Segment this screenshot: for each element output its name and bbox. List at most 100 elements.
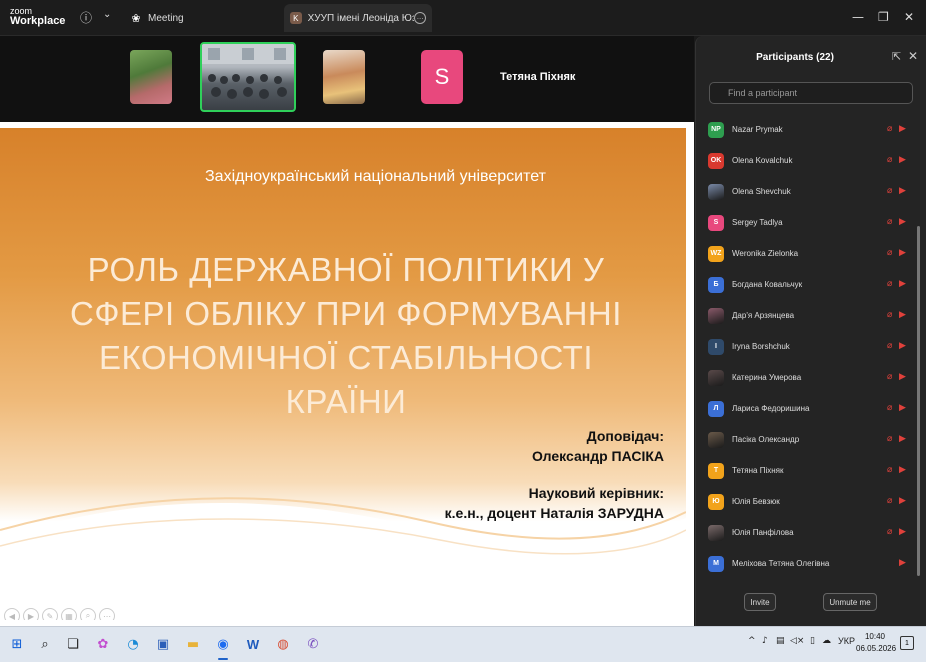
participant-row[interactable]: S Sergey Tadlya ⌀ ▶ xyxy=(696,207,918,238)
participant-status-icons: ⌀ ▶ xyxy=(887,434,908,444)
mic-muted-icon[interactable]: ⌀ xyxy=(887,527,896,537)
camera-off-icon[interactable]: ▶ xyxy=(899,372,908,382)
participant-row[interactable]: Пасіка Олександр ⌀ ▶ xyxy=(696,424,918,455)
word-icon[interactable]: W xyxy=(242,633,264,655)
video-strip: S Тетяна Піхняк xyxy=(0,36,694,122)
participant-row[interactable]: Olena Shevchuk ⌀ ▶ xyxy=(696,176,918,207)
windows-taskbar: ⊞ ⌕ ❏ ✿ ◔ ▣ ▬ ◉ W ◍ ✆ ^ ♪ ▤ ◁× ▯ ☁ УКР 1… xyxy=(0,626,926,662)
mic-muted-icon[interactable]: ⌀ xyxy=(887,341,896,351)
speaker-label: Доповідач: xyxy=(586,428,664,444)
mic-muted-icon[interactable]: ⌀ xyxy=(887,372,896,382)
minimize-icon[interactable]: — xyxy=(852,10,864,24)
participant-row[interactable]: OK Olena Kovalchuk ⌀ ▶ xyxy=(696,145,918,176)
participant-status-icons: ⌀ ▶ xyxy=(887,279,908,289)
camera-off-icon[interactable]: ▶ xyxy=(899,279,908,289)
brand-line2: Workplace xyxy=(10,15,66,27)
participant-photo-avatar xyxy=(708,524,724,541)
pop-out-icon[interactable]: ⇱ xyxy=(892,50,901,63)
active-speaker-avatar[interactable]: S xyxy=(421,50,463,104)
info-icon[interactable]: ⓘ xyxy=(80,9,92,26)
camera-off-icon[interactable]: ▶ xyxy=(899,155,908,165)
viber-icon[interactable]: ✆ xyxy=(302,633,324,655)
camera-off-icon[interactable]: ▶ xyxy=(899,558,908,568)
participant-row[interactable]: NP Nazar Prymak ⌀ ▶ xyxy=(696,114,918,145)
mic-muted-icon[interactable]: ⌀ xyxy=(887,465,896,475)
participant-video-thumbnail[interactable] xyxy=(130,50,172,104)
camera-off-icon[interactable]: ▶ xyxy=(899,341,908,351)
chevron-up-icon[interactable]: ^ xyxy=(748,636,756,646)
participant-row[interactable]: Катерина Умерова ⌀ ▶ xyxy=(696,362,918,393)
camera-off-icon[interactable]: ▶ xyxy=(899,248,908,258)
camera-off-icon[interactable]: ▶ xyxy=(899,434,908,444)
participant-row[interactable]: T Тетяна Піхняк ⌀ ▶ xyxy=(696,455,918,486)
mic-muted-icon[interactable]: ⌀ xyxy=(887,217,896,227)
mic-muted-icon[interactable]: ⌀ xyxy=(887,279,896,289)
store-icon[interactable]: ▣ xyxy=(152,633,174,655)
participant-row[interactable]: Л Лариса Федоришина ⌀ ▶ xyxy=(696,393,918,424)
chevron-down-icon[interactable]: ⌄ xyxy=(103,9,111,20)
mic-muted-icon[interactable]: ⌀ xyxy=(887,248,896,258)
next-slide-icon[interactable]: ▶ xyxy=(23,608,39,620)
participant-name: Weronika Zielonka xyxy=(732,249,799,258)
participant-row[interactable]: Дар'я Арзянцева ⌀ ▶ xyxy=(696,300,918,331)
close-icon[interactable]: ✕ xyxy=(904,10,914,24)
zoom-app-icon[interactable]: ◉ xyxy=(212,633,234,660)
participant-row[interactable]: Юлія Панфілова ⌀ ▶ xyxy=(696,517,918,548)
volume-icon[interactable]: ◁× xyxy=(790,636,804,646)
clock[interactable]: 10:40 06.05.2026 xyxy=(856,631,896,655)
notification-icon[interactable]: 1 xyxy=(900,636,914,650)
onedrive-icon[interactable]: ☁ xyxy=(822,636,831,646)
camera-off-icon[interactable]: ▶ xyxy=(899,124,908,134)
participant-status-icons: ⌀ ▶ xyxy=(887,403,908,413)
search-icon[interactable]: ⌕ xyxy=(34,633,56,655)
participant-initials-avatar: NP xyxy=(708,121,724,138)
tab-meeting[interactable]: ❀ Meeting xyxy=(130,4,183,32)
participant-row[interactable]: Б Богдана Ковальчук ⌀ ▶ xyxy=(696,269,918,300)
zoom-icon[interactable]: ⌕ xyxy=(80,608,96,620)
participant-name: Меліхова Тетяна Олегівна xyxy=(732,559,830,568)
slides-icon[interactable]: ▦ xyxy=(61,608,77,620)
restore-icon[interactable]: ❐ xyxy=(878,10,889,24)
windows-start-icon[interactable]: ⊞ xyxy=(6,633,28,655)
participant-row[interactable]: I Iryna Borshchuk ⌀ ▶ xyxy=(696,331,918,362)
camera-off-icon[interactable]: ▶ xyxy=(899,217,908,227)
language-indicator[interactable]: УКР xyxy=(838,636,855,646)
camera-off-icon[interactable]: ▶ xyxy=(899,186,908,196)
mic-muted-icon[interactable]: ⌀ xyxy=(887,310,896,320)
previous-slide-icon[interactable]: ◀ xyxy=(4,608,20,620)
tab-shared-screen[interactable]: K ХУУП імені Леоніда Юзькова's s … xyxy=(284,4,432,32)
microphone-icon[interactable]: ♪ xyxy=(762,636,768,646)
participant-video-thumbnail[interactable] xyxy=(323,50,365,104)
mic-muted-icon[interactable]: ⌀ xyxy=(887,403,896,413)
edge-icon[interactable]: ◔ xyxy=(122,633,144,655)
task-view-icon[interactable]: ❏ xyxy=(62,633,84,655)
mic-muted-icon[interactable]: ⌀ xyxy=(887,434,896,444)
active-video-thumbnail[interactable] xyxy=(200,42,296,112)
close-panel-icon[interactable]: ✕ xyxy=(908,49,918,63)
mic-muted-icon[interactable]: ⌀ xyxy=(887,186,896,196)
camera-off-icon[interactable]: ▶ xyxy=(899,496,908,506)
network-icon[interactable]: ▯ xyxy=(810,636,815,646)
participant-row[interactable]: WZ Weronika Zielonka ⌀ ▶ xyxy=(696,238,918,269)
pen-icon[interactable]: ✎ xyxy=(42,608,58,620)
camera-off-icon[interactable]: ▶ xyxy=(899,310,908,320)
copilot-icon[interactable]: ✿ xyxy=(92,633,114,655)
participant-list-scrollbar[interactable] xyxy=(917,226,920,576)
file-explorer-icon[interactable]: ▬ xyxy=(182,633,204,655)
more-options-icon[interactable]: ⋯ xyxy=(99,608,115,620)
participant-name: Тетяна Піхняк xyxy=(732,466,784,475)
camera-off-icon[interactable]: ▶ xyxy=(899,527,908,537)
camera-off-icon[interactable]: ▶ xyxy=(899,465,908,475)
mic-muted-icon[interactable]: ⌀ xyxy=(887,496,896,506)
unmute-me-button[interactable]: Unmute me xyxy=(823,593,877,611)
participant-row[interactable]: Ю Юлія Бевзюк ⌀ ▶ xyxy=(696,486,918,517)
mic-muted-icon[interactable]: ⌀ xyxy=(887,155,896,165)
meet-now-icon[interactable]: ▤ xyxy=(776,636,785,646)
participant-search-input[interactable] xyxy=(709,82,913,104)
mic-muted-icon[interactable]: ⌀ xyxy=(887,124,896,134)
more-icon[interactable]: … xyxy=(414,12,427,24)
invite-button[interactable]: Invite xyxy=(744,593,776,611)
participant-row[interactable]: M Меліхова Тетяна Олегівна ▶ xyxy=(696,548,918,579)
chrome-icon[interactable]: ◍ xyxy=(272,633,294,655)
camera-off-icon[interactable]: ▶ xyxy=(899,403,908,413)
